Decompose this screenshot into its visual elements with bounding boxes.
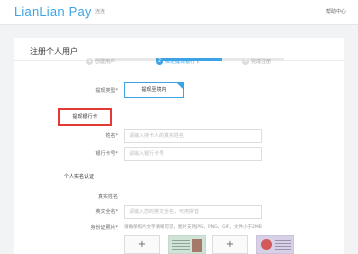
step-complete: 3 完成注册 bbox=[242, 58, 271, 68]
english-name-input[interactable]: 请输入您的英文全名，可用拼音 bbox=[124, 205, 262, 219]
english-name-label: 英文全名* bbox=[95, 209, 118, 215]
id-photo-label: 身份证照片* bbox=[90, 225, 118, 231]
id-photo-hint: 请确保照片文字清晰可见，图片支持JPG、PNG、GIF，文件小于2MB bbox=[124, 225, 262, 230]
help-center-link[interactable]: 帮助中心 bbox=[326, 8, 346, 15]
bank-card-section-title: 提现银行卡 bbox=[58, 108, 112, 126]
id-back-sample bbox=[256, 235, 294, 254]
upload-front-button[interactable]: + bbox=[124, 235, 160, 254]
national-emblem-icon bbox=[261, 239, 272, 250]
step-number: 1 bbox=[86, 58, 93, 65]
sample-portrait bbox=[192, 239, 202, 252]
withdraw-type-label: 提现类型* bbox=[95, 88, 118, 94]
step-label: 绑定提现银行卡 bbox=[165, 59, 201, 65]
id-front-sample bbox=[168, 235, 206, 254]
upload-back-button[interactable]: + bbox=[212, 235, 248, 254]
step-bind-card: 2 绑定提现银行卡 bbox=[156, 58, 200, 68]
step-number: 3 bbox=[242, 58, 249, 65]
name-label: 姓名* bbox=[105, 133, 118, 139]
selected-corner-icon bbox=[177, 83, 183, 89]
step-number: 2 bbox=[156, 58, 163, 65]
step-label: 完成注册 bbox=[251, 59, 272, 65]
real-name-label: 真实姓名 bbox=[97, 194, 118, 200]
withdraw-type-option[interactable]: 提现至境内 bbox=[124, 82, 184, 98]
registration-card: 注册个人用户 1 创建用户 2 绑定提现银行卡 3 完成注册 提现类型* 提现至境内 … bbox=[14, 38, 344, 254]
withdraw-type-option-text: 提现至境内 bbox=[141, 87, 167, 93]
top-bar: LianLian Pay 连连 帮助中心 bbox=[0, 0, 358, 25]
name-input[interactable]: 请输入持卡人的真实姓名 bbox=[124, 129, 262, 143]
step-create-user: 1 创建用户 bbox=[86, 58, 115, 68]
card-number-label: 银行卡号* bbox=[95, 151, 118, 157]
step-label: 创建用户 bbox=[95, 59, 116, 65]
lianlian-logo[interactable]: LianLian Pay bbox=[14, 4, 92, 19]
verification-title: 个人实名认证 bbox=[64, 174, 95, 180]
card-number-input[interactable]: 请输入银行卡号 bbox=[124, 147, 262, 161]
sample-text-lines bbox=[172, 240, 190, 241]
logo-subtitle: 连连 bbox=[95, 9, 106, 15]
page-title: 注册个人用户 bbox=[30, 47, 78, 56]
sample-text-lines bbox=[275, 240, 291, 241]
